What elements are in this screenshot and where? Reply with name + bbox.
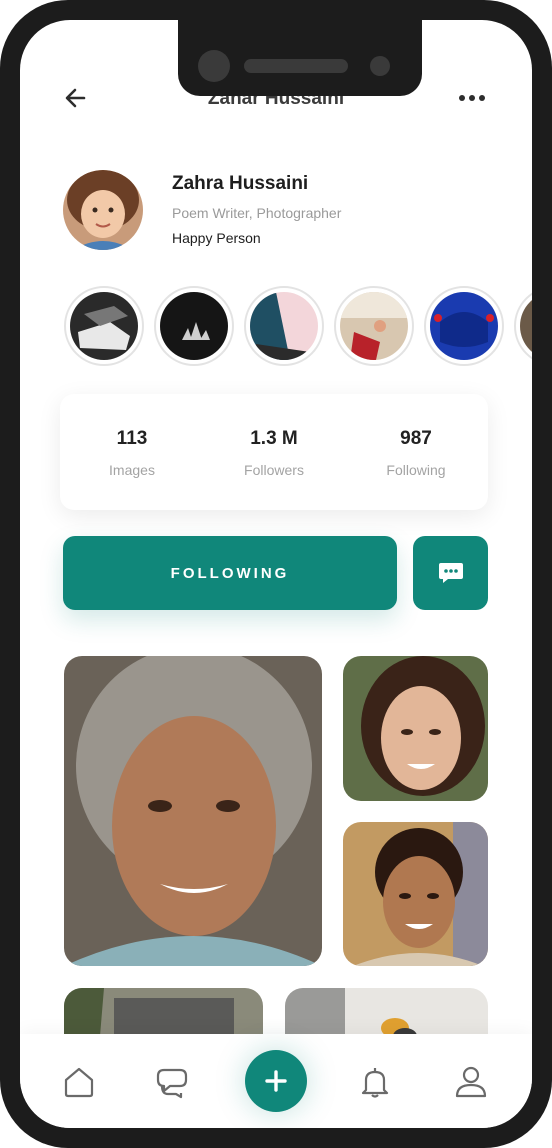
- plus-icon: [265, 1070, 287, 1092]
- story-thumbnail-blue: [430, 292, 498, 360]
- story-thumbnail-pink: [250, 292, 318, 360]
- profile-name: Zahra Hussaini: [172, 173, 309, 194]
- stat-label: Following: [386, 462, 446, 478]
- stat-value: 113: [116, 428, 148, 449]
- story-thumbnail-partial: [520, 292, 532, 360]
- photo-smiling-woman: [343, 822, 488, 966]
- bottom-navigation: [20, 1034, 532, 1128]
- profile-summary: Zahra Hussaini Poem Writer, Photographer…: [20, 170, 532, 260]
- stat-value: 1.3 M: [250, 428, 298, 449]
- app-screen: Zahar Hussaini Zahra Hussaini Poem Write…: [20, 20, 532, 1128]
- story-item-3[interactable]: [244, 286, 324, 366]
- nav-home[interactable]: [61, 1064, 97, 1100]
- avatar[interactable]: [63, 170, 143, 250]
- phone-frame: Zahar Hussaini Zahra Hussaini Poem Write…: [0, 0, 552, 1148]
- more-horizontal-icon: [459, 95, 485, 101]
- home-icon: [64, 1067, 94, 1098]
- stat-label: Followers: [244, 462, 304, 478]
- gallery-photo-1[interactable]: [64, 656, 322, 966]
- profile-tagline: Happy Person: [172, 230, 261, 246]
- stats-card: 113 Images 1.3 M Followers 987 Following: [60, 394, 488, 510]
- story-thumbnail-shoes: [70, 292, 138, 360]
- nav-chat[interactable]: [154, 1064, 190, 1100]
- message-button[interactable]: [413, 536, 488, 610]
- chat-bubble-icon: [438, 563, 463, 583]
- story-thumbnail-adidas: [160, 292, 228, 360]
- user-icon: [455, 1066, 487, 1098]
- stat-label: Images: [109, 462, 155, 478]
- story-item-1[interactable]: [64, 286, 144, 366]
- story-item-6[interactable]: [514, 286, 532, 366]
- story-item-4[interactable]: [334, 286, 414, 366]
- chat-icon: [156, 1068, 188, 1099]
- nav-profile[interactable]: [453, 1064, 489, 1100]
- photo-young-woman: [343, 656, 488, 801]
- story-item-5[interactable]: [424, 286, 504, 366]
- stat-value: 987: [400, 428, 432, 449]
- speaker-grill: [244, 59, 348, 73]
- gallery-photo-3[interactable]: [343, 822, 488, 966]
- phone-notch: [178, 20, 422, 96]
- sensor-dot: [370, 56, 390, 76]
- stories-row: [64, 286, 532, 368]
- nav-notifications[interactable]: [357, 1064, 393, 1100]
- add-post-button[interactable]: [245, 1050, 307, 1112]
- stat-following[interactable]: 987 Following: [346, 428, 486, 478]
- following-button[interactable]: FOLLOWING: [63, 536, 397, 610]
- avatar-image: [63, 170, 143, 250]
- story-thumbnail-room: [340, 292, 408, 360]
- story-item-2[interactable]: [154, 286, 234, 366]
- more-options-button[interactable]: [456, 86, 488, 110]
- stat-followers[interactable]: 1.3 M Followers: [204, 428, 344, 478]
- bell-icon: [361, 1068, 389, 1098]
- stat-images[interactable]: 113 Images: [62, 428, 202, 478]
- camera-dot: [198, 50, 230, 82]
- photo-elderly-woman: [64, 656, 322, 966]
- profile-role: Poem Writer, Photographer: [172, 205, 342, 221]
- gallery-photo-2[interactable]: [343, 656, 488, 801]
